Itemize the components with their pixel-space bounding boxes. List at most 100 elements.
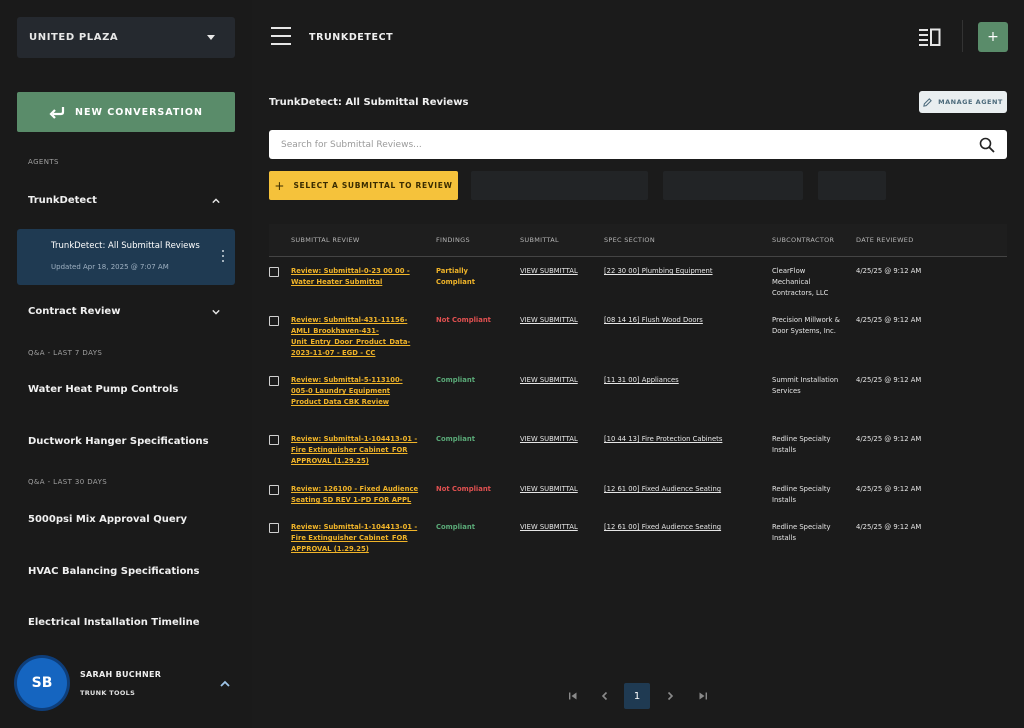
chat-item[interactable]: 5000psi Mix Approval Query (28, 514, 187, 525)
review-link[interactable]: Review: Submittal-1-104413-01 - Fire Ext… (291, 434, 419, 467)
row-checkbox[interactable] (269, 435, 279, 445)
table-header: SUBMITTAL REVIEW FINDINGS SUBMITTAL SPEC… (269, 224, 1007, 257)
findings-status: Partially Compliant (436, 267, 475, 286)
column-header[interactable]: DATE REVIEWED (856, 236, 914, 244)
next-page-button[interactable] (657, 683, 683, 709)
subcontractor: Precision Millwork & Door Systems, Inc. (772, 316, 840, 335)
submittal-reviews-table: SUBMITTAL REVIEW FINDINGS SUBMITTAL SPEC… (269, 224, 1007, 553)
column-header[interactable]: SUBMITTAL (520, 236, 559, 244)
sidebar-item-all-submittal-reviews[interactable]: TrunkDetect: All Submittal Reviews Updat… (17, 229, 235, 285)
review-link[interactable]: Review: Submittal-5-113100-005-0 Laundry… (291, 375, 419, 408)
project-select[interactable]: UNITED PLAZA (17, 17, 235, 58)
select-submittal-label: SELECT A SUBMITTAL TO REVIEW (293, 181, 453, 190)
sidebar-item-updated: Updated Apr 18, 2025 @ 7:07 AM (51, 263, 169, 271)
view-submittal-link[interactable]: VIEW SUBMITTAL (520, 434, 578, 445)
chevron-down-icon (212, 309, 220, 315)
page-number-button[interactable]: 1 (624, 683, 650, 709)
findings-status: Not Compliant (436, 316, 491, 324)
spec-section-link[interactable]: [10 44 13] Fire Protection Cabinets (604, 434, 764, 445)
findings-status: Not Compliant (436, 485, 491, 493)
view-submittal-link[interactable]: VIEW SUBMITTAL (520, 266, 578, 277)
row-checkbox[interactable] (269, 485, 279, 495)
agent-group-label: TrunkDetect (28, 195, 97, 206)
contract-review-label: Contract Review (28, 306, 121, 317)
column-header[interactable]: SPEC SECTION (604, 236, 655, 244)
disabled-action-button (818, 171, 886, 200)
chevron-left-icon (601, 691, 608, 701)
row-checkbox[interactable] (269, 316, 279, 326)
view-submittal-link[interactable]: VIEW SUBMITTAL (520, 522, 578, 533)
agents-section-label: AGENTS (28, 158, 59, 166)
date-reviewed: 4/25/25 @ 9:12 AM (856, 267, 922, 275)
view-submittal-link[interactable]: VIEW SUBMITTAL (520, 484, 578, 495)
app-title: TRUNKDETECT (309, 32, 394, 43)
chat-item[interactable]: HVAC Balancing Specifications (28, 566, 200, 577)
chevron-right-icon (667, 691, 674, 701)
subcontractor: Redline Specialty Installs (772, 523, 831, 542)
select-submittal-button[interactable]: + SELECT A SUBMITTAL TO REVIEW (269, 171, 458, 200)
panel-layout-icon[interactable] (919, 28, 941, 46)
findings-status: Compliant (436, 435, 475, 443)
first-page-icon (569, 692, 577, 700)
user-card[interactable]: SB SARAH BUCHNER TRUNK TOOLS (17, 658, 237, 714)
last-page-button[interactable] (690, 683, 716, 709)
user-org: TRUNK TOOLS (80, 689, 136, 697)
manage-agent-label: MANAGE AGENT (938, 98, 1003, 106)
row-checkbox[interactable] (269, 376, 279, 386)
subcontractor: Summit Installation Services (772, 376, 839, 395)
review-link[interactable]: Review: Submittal-1-104413-01 - Fire Ext… (291, 522, 419, 555)
chat-item[interactable]: Ductwork Hanger Specifications (28, 436, 209, 447)
spec-section-link[interactable]: [12 61 00] Fixed Audience Seating (604, 484, 764, 495)
disabled-action-button (471, 171, 648, 200)
date-reviewed: 4/25/25 @ 9:12 AM (856, 316, 922, 324)
subcontractor: Redline Specialty Installs (772, 435, 831, 454)
search-input[interactable] (281, 139, 931, 150)
manage-agent-button[interactable]: MANAGE AGENT (919, 91, 1007, 113)
date-reviewed: 4/25/25 @ 9:12 AM (856, 523, 922, 531)
view-submittal-link[interactable]: VIEW SUBMITTAL (520, 315, 578, 326)
chat-item[interactable]: Water Heat Pump Controls (28, 384, 178, 395)
spec-section-link[interactable]: [22 30 00] Plumbing Equipment (604, 266, 764, 277)
chat-item[interactable]: Electrical Installation Timeline (28, 617, 200, 628)
pencil-icon (923, 97, 933, 107)
column-header[interactable]: SUBCONTRACTOR (772, 236, 834, 244)
reply-arrow-icon (49, 107, 65, 119)
agent-group-contract-review[interactable]: Contract Review (28, 306, 220, 317)
disabled-action-button (663, 171, 803, 200)
spec-section-link[interactable]: [08 14 16] Flush Wood Doors (604, 315, 764, 326)
topbar-divider (962, 20, 963, 52)
search-bar (269, 130, 1007, 159)
plus-icon: + (274, 178, 285, 193)
findings-status: Compliant (436, 376, 475, 384)
review-link[interactable]: Review: Submittal-0-23 00 00 - Water Hea… (291, 266, 416, 288)
chevron-up-icon (212, 197, 220, 203)
chat-list-clip: Electrical Installation Timeline (0, 614, 252, 629)
more-options-icon[interactable] (221, 250, 225, 262)
subcontractor: ClearFlow Mechanical Contractors, LLC (772, 267, 829, 297)
spec-section-link[interactable]: [12 61 00] Fixed Audience Seating (604, 522, 764, 533)
hamburger-icon[interactable] (271, 27, 291, 45)
spec-section-link[interactable]: [11 31 00] Appliances (604, 375, 764, 386)
view-submittal-link[interactable]: VIEW SUBMITTAL (520, 375, 578, 386)
search-icon[interactable] (979, 137, 995, 153)
date-reviewed: 4/25/25 @ 9:12 AM (856, 376, 922, 384)
date-reviewed: 4/25/25 @ 9:12 AM (856, 435, 922, 443)
chevron-up-icon[interactable] (220, 680, 230, 688)
first-page-button[interactable] (560, 683, 586, 709)
findings-status: Compliant (436, 523, 475, 531)
row-checkbox[interactable] (269, 523, 279, 533)
date-reviewed: 4/25/25 @ 9:12 AM (856, 485, 922, 493)
last-page-icon (699, 692, 707, 700)
previous-page-button[interactable] (592, 683, 618, 709)
review-link[interactable]: Review: Submittal-431-11156-AMLI_Brookha… (291, 315, 419, 359)
column-header[interactable]: SUBMITTAL REVIEW (291, 236, 360, 244)
add-button[interactable]: + (978, 22, 1008, 52)
column-header[interactable]: FINDINGS (436, 236, 470, 244)
agent-group-trunkdetect[interactable]: TrunkDetect (28, 195, 220, 206)
subcontractor: Redline Specialty Installs (772, 485, 831, 504)
sidebar-item-title: TrunkDetect: All Submittal Reviews (51, 241, 200, 251)
review-link[interactable]: Review: 126100 - Fixed Audience Seating … (291, 484, 419, 506)
row-checkbox[interactable] (269, 267, 279, 277)
new-conversation-button[interactable]: NEW CONVERSATION (17, 92, 235, 132)
qa-7-days-label: Q&A - LAST 7 DAYS (28, 349, 103, 357)
